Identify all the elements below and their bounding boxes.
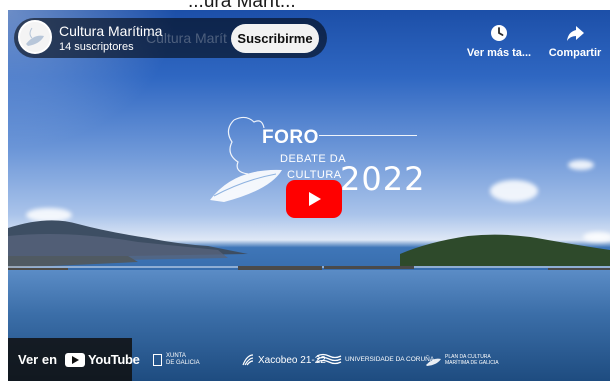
youtube-play-icon: [65, 352, 86, 367]
page-title-partial: ...ura Marít...: [188, 0, 296, 12]
sponsor-plan-label: PLAN DA CULTURA MARÍTIMA DE GALICIA: [445, 354, 499, 366]
share-arrow-icon: [567, 26, 584, 41]
watch-later-label: Ver más ta...: [466, 47, 532, 59]
watch-on-youtube-button[interactable]: Ver en YouTube: [8, 338, 140, 381]
youtube-logo: YouTube: [65, 352, 140, 367]
top-white-strip: [0, 0, 610, 10]
watch-on-label: Ver en: [18, 352, 58, 367]
channel-subscriber-count: 14 suscriptores: [59, 41, 134, 53]
sponsor-xunta-label: XUNTA DE GALICIA: [166, 353, 200, 366]
subscribe-button[interactable]: Suscribirme: [231, 24, 319, 53]
udc-logo-icon: [316, 353, 342, 365]
play-button[interactable]: [286, 180, 342, 218]
sponsor-xunta: XUNTA DE GALICIA: [153, 353, 200, 367]
sponsor-udc-label: UNIVERSIDADE DA CORUÑA: [345, 355, 435, 363]
foro-subtitle-line1: DEBATE DA: [280, 153, 347, 165]
channel-name[interactable]: Cultura Marítima: [59, 23, 162, 39]
play-icon: [309, 192, 321, 206]
youtube-wordmark: YouTube: [88, 352, 140, 367]
xunta-emblem-icon: [153, 354, 162, 366]
sponsor-udc: UNIVERSIDADE DA CORUÑA: [316, 353, 434, 365]
share-label: Compartir: [548, 47, 602, 59]
sponsor-xacobeo: Xacobeo 21-22: [241, 353, 326, 367]
foro-divider: [319, 135, 417, 136]
xacobeo-icon: [242, 354, 254, 366]
clock-icon: [491, 25, 507, 41]
avatar-logo-icon: [26, 27, 44, 46]
sponsor-plan-cultura: PLAN DA CULTURA MARÍTIMA DE GALICIA: [425, 353, 499, 367]
channel-avatar[interactable]: [18, 20, 52, 54]
video-player[interactable]: FORO DEBATE DA CULTURA 2022 Cultura Marí…: [8, 10, 610, 381]
foro-title: FORO: [262, 127, 319, 148]
foro-year: 2022: [340, 160, 426, 198]
watch-later-button[interactable]: Ver más ta...: [464, 22, 534, 66]
plan-cultura-icon: [426, 358, 441, 366]
share-button[interactable]: Compartir: [540, 22, 610, 66]
